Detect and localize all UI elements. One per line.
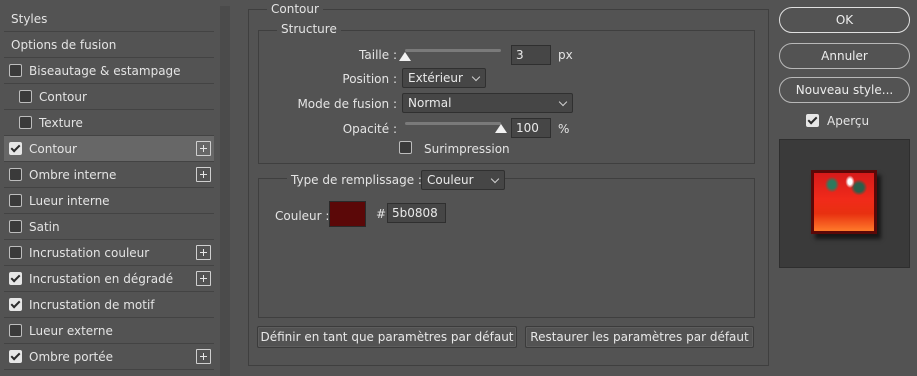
style-checkbox[interactable] [9,246,22,259]
style-checkbox[interactable] [9,324,22,337]
chevron-down-icon [490,174,500,184]
style-item-contour[interactable]: Contour [4,136,214,162]
style-item-label: Texture [39,115,83,130]
make-default-button[interactable]: Définir en tant que paramètres par défau… [257,326,517,348]
opacity-input[interactable]: 100 [511,118,551,138]
position-select-value: Extérieur [408,71,463,85]
style-item-label: Lueur externe [29,323,113,338]
style-item-label: Contour [29,141,77,156]
style-item-options-de-fusion[interactable]: Options de fusion [4,32,214,58]
style-item-label: Satin [29,219,60,234]
style-item-label: Incrustation couleur [29,245,150,260]
chevron-down-icon [558,97,568,107]
blend-mode-select[interactable]: Normal [402,93,573,113]
style-checkbox[interactable] [9,64,22,77]
size-unit: px [558,48,573,62]
hex-hash: # [376,207,387,221]
style-item-label: Incrustation en dégradé [29,271,174,286]
style-item-label: Styles [11,11,48,26]
opacity-slider-track[interactable] [405,122,501,125]
styles-panel: Styles Options de fusion Biseautage & esta… [0,0,233,376]
style-item-contour-sub[interactable]: Contour [4,84,214,110]
style-item-lueur-interne[interactable]: Lueur interne [4,188,214,214]
new-style-button[interactable]: Nouveau style... [779,77,910,103]
size-input[interactable]: 3 [511,45,551,65]
add-icon[interactable] [196,245,211,260]
style-item-label: Ombre interne [29,167,117,182]
position-label: Position : [342,72,397,86]
style-item-biseautage-estampage[interactable]: Biseautage & estampage [4,58,214,84]
style-item-label: Lueur interne [29,193,110,208]
fill-type-select[interactable]: Couleur [421,170,505,190]
style-item-ombre-portee[interactable]: Ombre portée [4,344,214,370]
style-checkbox[interactable] [9,142,22,155]
chevron-down-icon [471,72,481,82]
color-label: Couleur : [275,209,330,223]
style-checkbox[interactable] [19,116,32,129]
style-checkbox[interactable] [9,298,22,311]
size-label: Taille : [359,48,397,62]
contour-settings: Contour Structure Taille : 3 px Position… [245,0,770,376]
ok-button[interactable]: OK [779,7,910,33]
fill-group [258,178,755,318]
preview-checkbox[interactable] [806,114,819,127]
style-item-ombre-interne[interactable]: Ombre interne [4,162,214,188]
style-checkbox[interactable] [9,194,22,207]
fill-type-select-value: Couleur [427,173,474,187]
cancel-button[interactable]: Annuler [779,43,910,69]
color-swatch[interactable] [329,201,366,227]
opacity-unit: % [558,122,570,136]
add-icon[interactable] [196,271,211,286]
style-item-label: Ombre portée [29,349,113,364]
styles-list: Styles Options de fusion Biseautage & esta… [4,6,214,370]
add-icon[interactable] [196,167,211,182]
fill-type-label: Type de remplissage : [287,173,426,187]
position-select[interactable]: Extérieur [402,68,486,88]
preview-thumbnail [779,139,910,268]
blend-mode-label: Mode de fusion : [297,97,397,111]
style-item-label: Options de fusion [11,37,117,52]
overprint-checkbox[interactable] [399,141,412,154]
add-icon[interactable] [196,141,211,156]
preview-image [811,170,877,234]
style-item-incrustation-en-degrade[interactable]: Incrustation en dégradé [4,266,214,292]
opacity-slider-thumb[interactable] [495,124,507,133]
reset-default-button[interactable]: Restaurer les paramètres par défaut [525,326,754,348]
opacity-label: Opacité : [342,122,397,136]
contour-group-title: Contour [267,2,323,16]
style-item-label: Contour [39,89,87,104]
style-item-label: Incrustation de motif [29,297,155,312]
size-slider-track[interactable] [405,49,501,52]
style-checkbox[interactable] [9,168,22,181]
style-checkbox[interactable] [9,350,22,363]
style-item-incrustation-de-motif[interactable]: Incrustation de motif [4,292,214,318]
style-item-label: Biseautage & estampage [29,63,181,78]
style-item-incrustation-couleur[interactable]: Incrustation couleur [4,240,214,266]
add-icon[interactable] [196,349,211,364]
style-item-texture-sub[interactable]: Texture [4,110,214,136]
overprint-label: Surimpression [424,142,510,156]
style-checkbox[interactable] [9,272,22,285]
style-item-lueur-externe[interactable]: Lueur externe [4,318,214,344]
styles-scrollbar[interactable] [220,6,230,376]
style-checkbox[interactable] [9,220,22,233]
preview-label: Aperçu [827,114,870,128]
style-item-styles[interactable]: Styles [4,6,214,32]
blend-mode-select-value: Normal [408,96,452,110]
size-slider-thumb[interactable] [399,52,411,61]
structure-group-title: Structure [277,22,341,36]
style-item-satin[interactable]: Satin [4,214,214,240]
style-checkbox[interactable] [19,90,32,103]
hex-input[interactable]: 5b0808 [387,203,446,223]
